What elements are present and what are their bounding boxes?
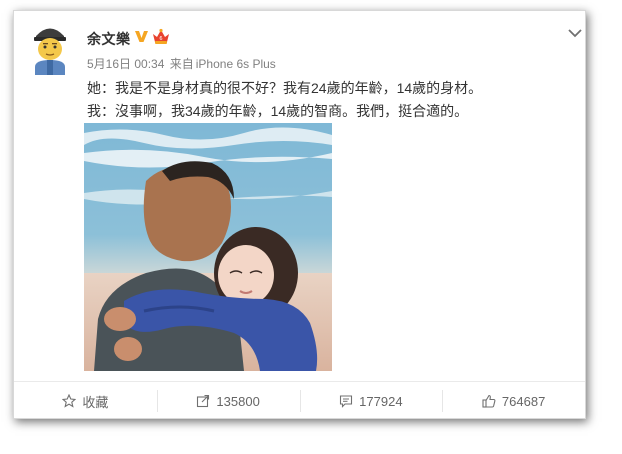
chevron-down-icon[interactable] (568, 25, 582, 38)
favorite-label: 收藏 (82, 394, 109, 410)
like-button[interactable]: 764687 (442, 382, 585, 420)
star-icon (62, 394, 77, 408)
repost-button[interactable]: 135800 (156, 382, 300, 420)
post-photo[interactable] (84, 123, 332, 371)
like-count: 764687 (501, 393, 546, 409)
repost-count: 135800 (216, 393, 260, 409)
comment-count: 177924 (359, 393, 403, 409)
avatar[interactable] (32, 23, 68, 75)
post-text-line-1: 她：我是不是身材真的很不好？我有24歲的年齡，14歲的身材。 (87, 80, 483, 96)
post-meta: 5月16日 00:34 来自 iPhone 6s Plus (87, 55, 278, 72)
comment-bubble-icon (340, 395, 353, 408)
source-prefix: 来自 (169, 57, 194, 71)
weibo-post-card: 余文樂 6 5月16日 00:34 来自 iPhone 6s Plus 她：我是不… (13, 10, 586, 419)
post-text-line-2: 我：沒事啊，我34歲的年齡，14歲的智商。我們，挺合適的。 (87, 103, 469, 119)
post-date[interactable]: 5月16日 00:34 (87, 57, 164, 71)
share-arrow-icon (197, 394, 210, 408)
favorite-button[interactable]: 收藏 (14, 382, 157, 420)
action-bar: 收藏 135800 177924 764687 (14, 381, 585, 420)
comment-button[interactable]: 177924 (299, 382, 443, 420)
source-device[interactable]: iPhone 6s Plus (196, 57, 276, 71)
verified-v-icon (134, 29, 149, 44)
username[interactable]: 余文樂 (87, 29, 131, 49)
thumbs-up-icon (482, 394, 496, 408)
vip-crown-icon[interactable]: 6 (151, 28, 171, 45)
svg-text:6: 6 (159, 36, 162, 42)
